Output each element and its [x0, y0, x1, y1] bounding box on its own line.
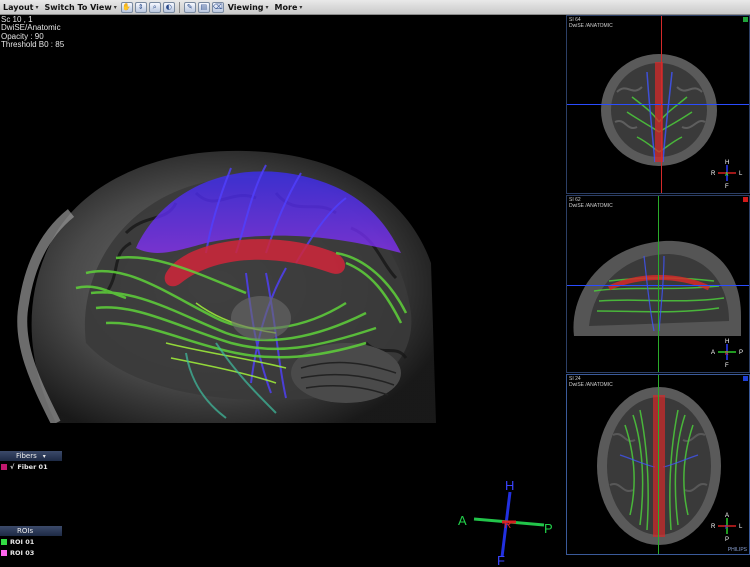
- switch-to-view-menu[interactable]: Switch To View ▾: [42, 3, 120, 12]
- svg-text:L: L: [739, 524, 743, 530]
- roi-label: ROI 01: [10, 537, 35, 546]
- chevron-down-icon: ▾: [265, 3, 269, 11]
- orient-label-bottom: F: [497, 553, 505, 567]
- svg-text:F: F: [725, 525, 728, 531]
- svg-text:P: P: [725, 537, 729, 542]
- chevron-down-icon: ▾: [42, 452, 46, 460]
- layout-menu[interactable]: Layout ▾: [0, 3, 42, 12]
- fiber-label: Fiber 01: [17, 462, 48, 471]
- coronal-brain-image: [601, 54, 717, 166]
- zoom-icon[interactable]: ⌕: [148, 1, 161, 13]
- svg-text:R: R: [711, 171, 716, 177]
- toolbar-divider: [178, 1, 180, 13]
- chevron-down-icon: ▾: [299, 3, 303, 11]
- view-marker: [743, 197, 748, 202]
- orient-label-right: P: [544, 521, 553, 536]
- pen-icon[interactable]: ✎: [183, 1, 196, 13]
- main-3d-viewport[interactable]: Sc 10 , 1 DwiSE/Anatomic Opacity : 90 Th…: [0, 15, 565, 567]
- svg-text:F: F: [725, 363, 729, 368]
- hand-icon[interactable]: ✋: [120, 1, 133, 13]
- fiber-color-swatch: [1, 463, 7, 470]
- scan-info-overlay: Sc 10 , 1 DwiSE/Anatomic Opacity : 90 Th…: [1, 15, 65, 50]
- svg-text:F: F: [725, 184, 729, 189]
- svg-text:P: P: [739, 350, 743, 356]
- orient-label-center: R: [504, 520, 511, 531]
- rois-panel-header[interactable]: ROIs: [0, 526, 62, 536]
- series-name: DwiSE /ANATOMIC: [569, 203, 613, 209]
- fibers-panel-header[interactable]: Fibers ▾: [0, 451, 62, 461]
- svg-text:H: H: [725, 160, 729, 166]
- orient-label-left: A: [458, 513, 467, 528]
- layout-menu-label: Layout: [3, 2, 34, 12]
- mini-orientation-indicator: H F A P R: [711, 339, 743, 368]
- orientation-indicator[interactable]: H F A P R: [452, 477, 562, 567]
- axial-brain-image: [597, 387, 721, 545]
- coronal-view-panel[interactable]: SI 64 DwiSE /ANATOMIC H F R L A: [566, 15, 750, 194]
- layers-icon[interactable]: ▤: [197, 1, 210, 13]
- threshold-text: Threshold B0 : 85: [1, 40, 65, 50]
- svg-text:L: L: [739, 171, 743, 177]
- crosshair-vertical: [661, 16, 662, 193]
- svg-text:A: A: [711, 350, 715, 356]
- vendor-logo: PHILIPS: [727, 547, 747, 553]
- view-marker: [743, 17, 748, 22]
- axial-view-panel[interactable]: SI 24 DwiSE /ANATOMIC A P R L F PHILIPS: [566, 374, 750, 555]
- fiber-item-01[interactable]: √ Fiber 01: [1, 462, 48, 471]
- crosshair-vertical: [658, 375, 659, 554]
- toolbar: Layout ▾ Switch To View ▾ ✋ ⇕ ⌕ ◐ ✎ ▤ ⌫ Vi…: [0, 0, 750, 15]
- roi-item-01[interactable]: ROI 01: [1, 537, 34, 546]
- chevron-down-icon: ▾: [113, 3, 117, 11]
- fibers-header-label: Fibers: [16, 452, 37, 460]
- svg-text:H: H: [725, 339, 729, 345]
- roi-label: ROI 03: [10, 548, 35, 557]
- sagittal-brain-image: [573, 240, 741, 336]
- slider-icon[interactable]: ⇕: [134, 1, 147, 13]
- svg-text:A: A: [725, 513, 729, 519]
- crosshair-vertical: [658, 196, 659, 372]
- rois-header-label: ROIs: [17, 527, 34, 535]
- more-menu-label: More: [274, 2, 298, 12]
- orient-label-top: H: [505, 478, 514, 493]
- window-level-icon[interactable]: ◐: [162, 1, 175, 13]
- viewing-menu[interactable]: Viewing ▾: [225, 3, 272, 12]
- svg-text:R: R: [725, 351, 729, 357]
- sagittal-brain-tractography[interactable]: [16, 143, 436, 423]
- more-menu[interactable]: More ▾: [272, 3, 306, 12]
- eraser-icon[interactable]: ⌫: [211, 1, 224, 13]
- svg-text:R: R: [711, 524, 716, 530]
- series-name: DwiSE /ANATOMIC: [569, 23, 613, 29]
- roi-color-swatch: [1, 538, 7, 545]
- switch-to-view-label: Switch To View: [44, 2, 112, 12]
- viewing-menu-label: Viewing: [227, 2, 264, 12]
- crosshair-horizontal: [567, 104, 749, 105]
- sagittal-view-panel[interactable]: SI 62 DwiSE /ANATOMIC H F A P R: [566, 195, 750, 373]
- roi-item-03[interactable]: ROI 03: [1, 548, 34, 557]
- chevron-down-icon: ▾: [35, 3, 39, 11]
- mini-orientation-indicator: A P R L F: [711, 513, 743, 542]
- view-marker: [743, 376, 748, 381]
- fiber-visible-check[interactable]: √: [10, 463, 14, 471]
- mini-orientation-indicator: H F R L A: [711, 160, 743, 189]
